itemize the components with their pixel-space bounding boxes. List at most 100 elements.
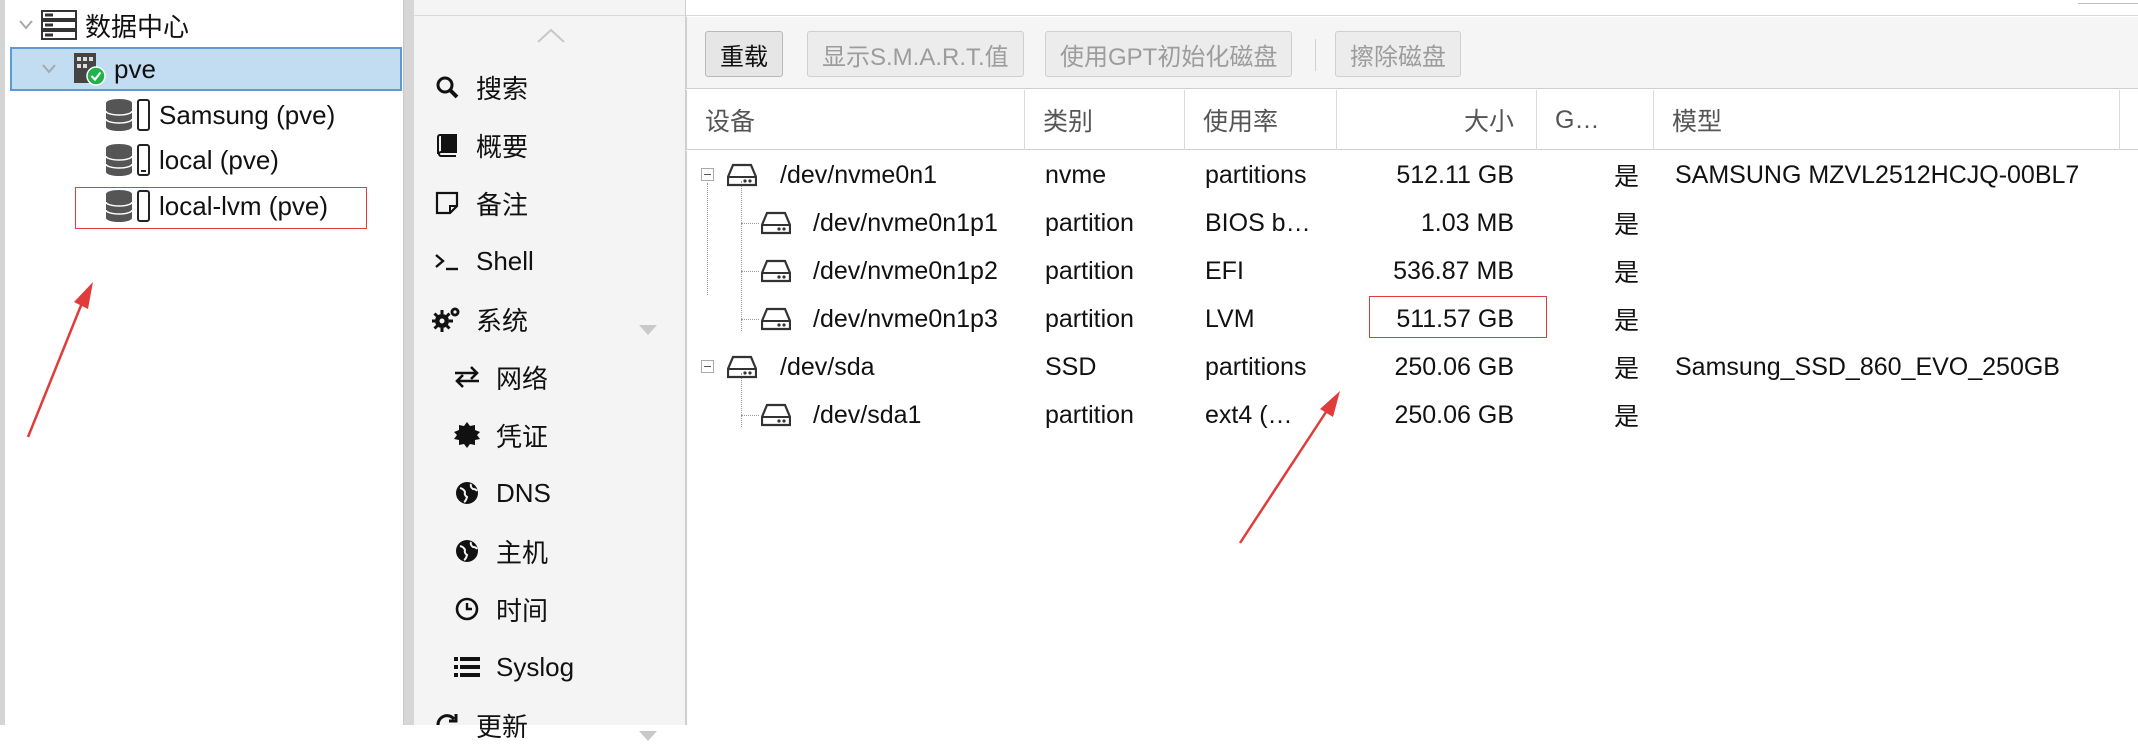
table-row[interactable]: /dev/nvme0n1 nvme partitions 512.11 GB 是… [687, 151, 2138, 199]
node-server-icon [72, 52, 106, 86]
collapse-toggle-icon[interactable] [701, 360, 714, 373]
resource-tree: 数据中心 pve Samsung (pve) local (pve) local… [0, 0, 404, 725]
toolbar-separator [1315, 39, 1316, 71]
show-smart-button[interactable]: 显示S.M.A.R.T.值 [807, 31, 1024, 77]
cell-size: 250.06 GB [1394, 400, 1514, 429]
storage-database-icon [105, 98, 151, 132]
collapse-arrow-icon[interactable] [639, 311, 657, 342]
cell-model: Samsung_SSD_860_EVO_250GB [1675, 352, 2060, 381]
cell-model [1675, 391, 2135, 439]
cell-size: 536.87 MB [1393, 256, 1514, 285]
cell-type: partition [1045, 256, 1134, 285]
column-header-gpt[interactable]: G… [1537, 90, 1654, 150]
server-rack-icon [41, 10, 77, 40]
cell-model: SAMSUNG MZVL2512HCJQ-00BL7 [1675, 160, 2080, 189]
cell-device: /dev/sda [780, 352, 875, 381]
collapse-arrow-icon[interactable] [639, 717, 657, 748]
cell-model [1675, 247, 2135, 295]
nav-item-label: Shell [476, 245, 534, 276]
nav-item-system[interactable]: 系统 [414, 297, 685, 341]
nav-item-time[interactable]: 时间 [414, 587, 685, 631]
cell-device: /dev/nvme0n1p1 [813, 208, 998, 237]
hard-drive-icon [760, 211, 792, 240]
cell-gpt: 是 [1613, 259, 1639, 287]
cell-usage: partitions [1205, 352, 1307, 381]
cell-device: /dev/nvme0n1 [780, 160, 938, 189]
cell-type: SSD [1045, 352, 1097, 381]
disks-toolbar: 重载 显示S.M.A.R.T.值 使用GPT初始化磁盘 擦除磁盘 [686, 17, 2138, 89]
nav-item-label: 搜索 [476, 73, 529, 104]
book-icon [432, 133, 462, 157]
hard-drive-icon [760, 307, 792, 336]
chevron-up-icon[interactable] [536, 28, 566, 49]
column-header-type[interactable]: 类别 [1025, 90, 1185, 150]
column-header-usage[interactable]: 使用率 [1185, 90, 1337, 150]
cell-type: nvme [1045, 160, 1107, 189]
cell-usage: LVM [1205, 304, 1255, 333]
gears-icon [432, 305, 462, 333]
cell-gpt: 是 [1613, 403, 1639, 431]
terminal-icon [432, 250, 462, 272]
nav-item-dns[interactable]: DNS [414, 471, 685, 515]
cell-usage: BIOS b… [1205, 208, 1311, 237]
nav-item-certificates[interactable]: 凭证 [414, 413, 685, 457]
table-row[interactable]: /dev/sda SSD partitions 250.06 GB 是 Sams… [687, 343, 2138, 391]
collapse-toggle-icon[interactable] [701, 168, 714, 181]
cell-gpt: 是 [1613, 163, 1639, 191]
tree-label-storage: local (pve) [159, 144, 279, 175]
cell-size: 1.03 MB [1420, 208, 1514, 237]
column-header-device[interactable]: 设备 [687, 90, 1025, 150]
hard-drive-icon [760, 403, 792, 432]
panel-splitter[interactable] [404, 0, 414, 725]
disks-panel: 重载 显示S.M.A.R.T.值 使用GPT初始化磁盘 擦除磁盘 设备 类别 使… [686, 0, 2138, 725]
search-icon [432, 75, 462, 99]
panel-edge [2078, 0, 2138, 4]
globe-icon [452, 539, 482, 563]
column-header-model[interactable]: 模型 [1654, 90, 2120, 150]
nav-item-label: 网络 [496, 363, 549, 394]
tree-label-pve: pve [114, 53, 156, 84]
init-gpt-button[interactable]: 使用GPT初始化磁盘 [1045, 31, 1293, 77]
nav-item-search[interactable]: 搜索 [414, 65, 685, 109]
clock-icon [452, 597, 482, 621]
tree-item-datacenter[interactable]: 数据中心 [15, 3, 403, 47]
chevron-down-icon[interactable] [15, 14, 37, 36]
hard-drive-icon [726, 163, 758, 192]
cell-size: 512.11 GB [1396, 160, 1514, 189]
tree-item-storage-samsung[interactable]: Samsung (pve) [105, 93, 395, 137]
nav-item-notes[interactable]: 备注 [414, 181, 685, 225]
tree-item-storage-local[interactable]: local (pve) [105, 138, 395, 182]
table-row[interactable]: /dev/sda1 partition ext4 (… 250.06 GB 是 [687, 391, 2138, 439]
nav-item-label: DNS [496, 477, 551, 508]
nav-item-hosts[interactable]: 主机 [414, 529, 685, 573]
hard-drive-icon [760, 259, 792, 288]
nav-item-summary[interactable]: 概要 [414, 123, 685, 167]
cell-model [1675, 199, 2135, 247]
nav-item-label: 凭证 [496, 421, 549, 452]
cell-type: partition [1045, 304, 1134, 333]
nav-item-syslog[interactable]: Syslog [414, 645, 685, 689]
table-row[interactable]: /dev/nvme0n1p1 partition BIOS b… 1.03 MB… [687, 199, 2138, 247]
nav-item-shell[interactable]: Shell [414, 239, 685, 283]
main-top-bar [686, 0, 2138, 16]
nav-item-network[interactable]: 网络 [414, 355, 685, 399]
note-icon [432, 191, 462, 215]
nav-item-label: Syslog [496, 651, 575, 682]
column-header-size[interactable]: 大小 [1337, 90, 1537, 150]
cell-usage: EFI [1205, 256, 1244, 285]
cell-usage: ext4 (… [1205, 400, 1293, 429]
cell-gpt: 是 [1613, 211, 1639, 239]
cell-device: /dev/sda1 [813, 400, 922, 429]
reload-button[interactable]: 重载 [705, 31, 783, 77]
nav-item-updates[interactable]: 更新 [414, 703, 685, 747]
cell-device: /dev/nvme0n1p3 [813, 304, 998, 333]
disks-grid-body: /dev/nvme0n1 nvme partitions 512.11 GB 是… [686, 151, 2138, 725]
exchange-icon [452, 366, 482, 388]
globe-icon [452, 481, 482, 505]
nav-item-label: 主机 [496, 537, 549, 568]
chevron-down-icon[interactable] [34, 64, 64, 74]
cell-type: partition [1045, 400, 1134, 429]
table-row[interactable]: /dev/nvme0n1p2 partition EFI 536.87 MB 是 [687, 247, 2138, 295]
wipe-disk-button[interactable]: 擦除磁盘 [1335, 31, 1461, 77]
tree-item-node-pve[interactable]: pve [10, 47, 402, 91]
